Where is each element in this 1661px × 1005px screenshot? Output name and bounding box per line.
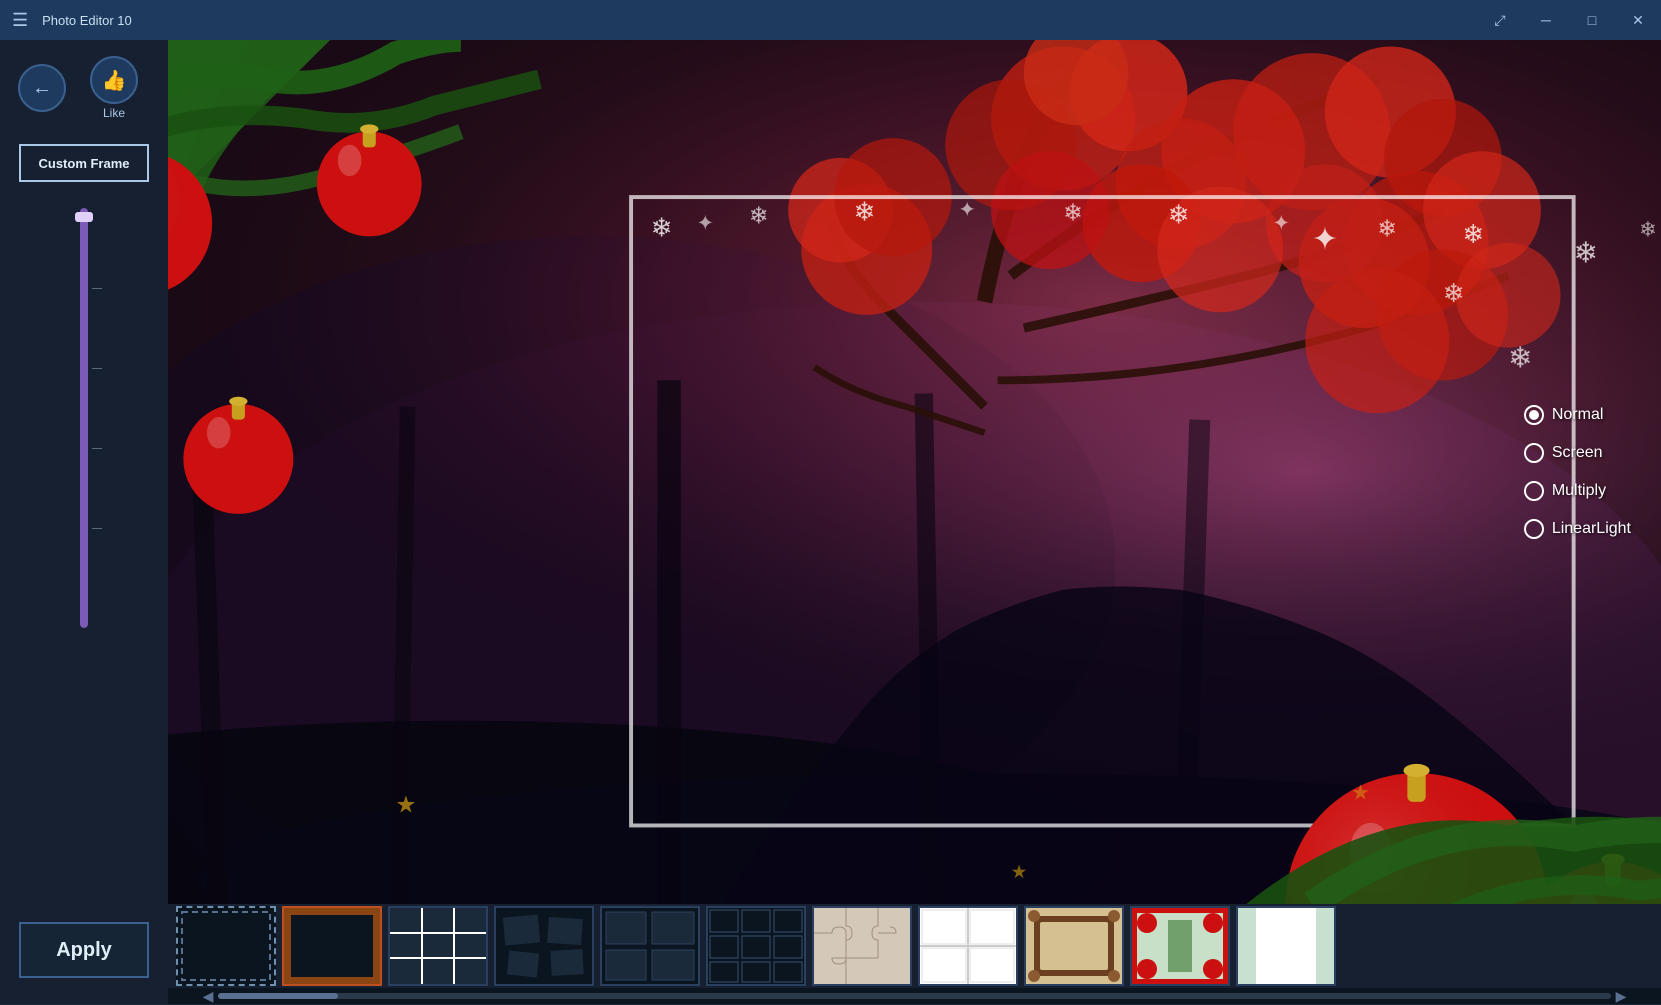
like-button[interactable]: 👍: [90, 56, 138, 104]
menu-icon[interactable]: ☰: [12, 10, 28, 31]
content-area: ❄ ✦ ❄ ❄ ✦ ❄ ❄ ✦ ❄ ❄: [168, 40, 1661, 1004]
opacity-slider-container: [80, 198, 88, 906]
image-area: ❄ ✦ ❄ ❄ ✦ ❄ ❄ ✦ ❄ ❄: [168, 40, 1661, 904]
blend-screen-radio[interactable]: [1524, 443, 1544, 463]
blend-screen-option[interactable]: Screen: [1524, 443, 1631, 463]
minimize-button[interactable]: ─: [1523, 0, 1569, 40]
blend-linearlight-label: LinearLight: [1552, 520, 1631, 538]
thumbnail-7[interactable]: [918, 906, 1018, 986]
blend-multiply-radio[interactable]: [1524, 481, 1544, 501]
thumbnail-9[interactable]: [1130, 906, 1230, 986]
vertical-slider-track[interactable]: [80, 208, 88, 628]
svg-text:✦: ✦: [958, 199, 976, 222]
app-title: Photo Editor 10: [42, 13, 132, 28]
svg-text:❄: ❄: [1377, 215, 1397, 241]
maximize-button[interactable]: □: [1569, 0, 1615, 40]
scroll-right-arrow[interactable]: ▶: [1611, 988, 1631, 1005]
blend-linearlight-option[interactable]: LinearLight: [1524, 519, 1631, 539]
svg-text:✦: ✦: [1273, 212, 1291, 235]
svg-text:★: ★: [395, 791, 416, 817]
svg-text:❄: ❄: [1639, 218, 1657, 241]
svg-text:❄: ❄: [1462, 219, 1484, 249]
slider-tick-3: [92, 448, 102, 449]
thumbnail-1[interactable]: [282, 906, 382, 986]
main-layout: ← 👍 Like Custom Frame Apply: [0, 40, 1661, 1004]
vertical-slider-thumb[interactable]: [75, 212, 93, 222]
expand-icon[interactable]: ⤢: [1477, 0, 1523, 40]
thumbnail-10[interactable]: [1236, 906, 1336, 986]
svg-text:❄: ❄: [1168, 199, 1190, 229]
svg-text:❄: ❄: [651, 212, 673, 242]
blend-multiply-option[interactable]: Multiply: [1524, 481, 1631, 501]
slider-tick-4: [92, 528, 102, 529]
blend-normal-label: Normal: [1552, 406, 1604, 424]
blend-multiply-label: Multiply: [1552, 482, 1606, 500]
thumbnail-0[interactable]: [176, 906, 276, 986]
thumbnail-2[interactable]: [388, 906, 488, 986]
custom-frame-button[interactable]: Custom Frame: [19, 144, 149, 182]
slider-tick-1: [92, 288, 102, 289]
top-buttons: ← 👍 Like: [10, 56, 158, 120]
scrollbar-row: ◀ ▶: [168, 988, 1661, 1004]
svg-text:✦: ✦: [1312, 221, 1338, 256]
thumbnail-6[interactable]: [812, 906, 912, 986]
svg-text:❄: ❄: [1574, 238, 1598, 270]
like-label: Like: [103, 106, 125, 120]
titlebar: ☰ Photo Editor 10 ⤢ ─ □ ✕: [0, 0, 1661, 40]
blend-normal-radio[interactable]: [1524, 405, 1544, 425]
photo-background: ❄ ✦ ❄ ❄ ✦ ❄ ❄ ✦ ❄ ❄: [168, 40, 1661, 904]
svg-text:★: ★: [1011, 861, 1027, 882]
scroll-left-arrow[interactable]: ◀: [198, 988, 218, 1005]
svg-text:❄: ❄: [1508, 342, 1532, 374]
svg-text:❄: ❄: [749, 202, 769, 228]
thumbnail-8[interactable]: [1024, 906, 1124, 986]
apply-button[interactable]: Apply: [19, 922, 149, 978]
titlebar-controls: ⤢ ─ □ ✕: [1477, 0, 1661, 40]
svg-text:❄: ❄: [1443, 278, 1465, 308]
thumbnail-3[interactable]: [494, 906, 594, 986]
blend-screen-label: Screen: [1552, 444, 1603, 462]
photo-svg: ❄ ✦ ❄ ❄ ✦ ❄ ❄ ✦ ❄ ❄: [168, 40, 1661, 904]
svg-text:❄: ❄: [1063, 200, 1083, 226]
slider-tick-2: [92, 368, 102, 369]
blend-normal-option[interactable]: Normal: [1524, 405, 1631, 425]
svg-text:★: ★: [1351, 781, 1370, 804]
like-container: 👍 Like: [90, 56, 138, 120]
sidebar: ← 👍 Like Custom Frame Apply: [0, 40, 168, 1004]
thumbnails-scroll: [168, 904, 1661, 988]
close-button[interactable]: ✕: [1615, 0, 1661, 40]
blend-linearlight-radio[interactable]: [1524, 519, 1544, 539]
back-button[interactable]: ←: [18, 64, 66, 112]
svg-text:✦: ✦: [697, 212, 715, 235]
scroll-track[interactable]: [218, 993, 1611, 999]
blend-options-panel: Normal Screen Multiply LinearLight: [1524, 405, 1631, 539]
scroll-thumb[interactable]: [218, 993, 338, 999]
thumbnails-strip: ◀ ▶: [168, 904, 1661, 1004]
svg-text:❄: ❄: [854, 197, 876, 227]
thumbnail-4[interactable]: [600, 906, 700, 986]
thumbnail-5[interactable]: [706, 906, 806, 986]
